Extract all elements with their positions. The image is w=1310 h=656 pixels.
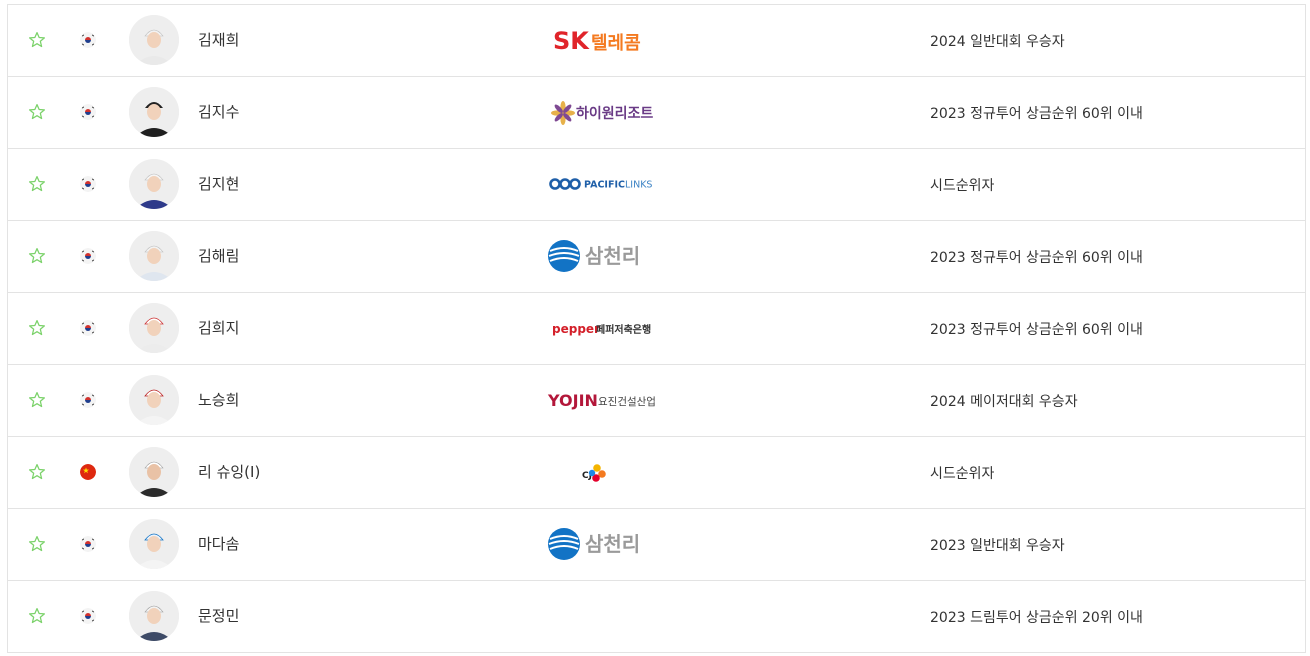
qualification-text: 2024 일반대회 우승자	[930, 34, 1065, 50]
star-icon[interactable]	[28, 607, 46, 625]
qualification-text: 2023 정규투어 상금순위 60위 이내	[930, 250, 1143, 266]
korea-flag-icon	[80, 176, 96, 192]
korea-flag-icon	[80, 392, 96, 408]
avatar	[129, 519, 179, 569]
sponsor-logo-pepper-savings-bank: pepper페퍼저축은행	[552, 322, 651, 336]
korea-flag-icon	[80, 248, 96, 264]
player-name[interactable]: 김지수	[198, 101, 239, 122]
china-flag-icon	[80, 464, 96, 480]
star-icon[interactable]	[28, 463, 46, 481]
player-name[interactable]: 리 슈잉(I)	[198, 461, 260, 482]
player-name[interactable]: 김희지	[198, 317, 239, 338]
avatar	[129, 15, 179, 65]
player-name[interactable]: 김지현	[198, 173, 239, 194]
qualification-text: 2024 메이저대회 우승자	[930, 394, 1078, 410]
qualification-text: 시드순위자	[930, 466, 995, 482]
avatar	[129, 231, 179, 281]
qualification-text: 2023 일반대회 우승자	[930, 538, 1065, 554]
sponsor-logo-samchully: 삼천리	[548, 240, 640, 272]
avatar	[129, 303, 179, 353]
star-icon[interactable]	[28, 391, 46, 409]
avatar	[129, 87, 179, 137]
qualification-text: 2023 정규투어 상금순위 60위 이내	[930, 106, 1143, 122]
korea-flag-icon	[80, 104, 96, 120]
star-icon[interactable]	[28, 175, 46, 193]
svg-text:요진건설산업: 요진건설산업	[598, 395, 656, 408]
table-row: 김지수 하이원리조트 2023 정규투어 상금순위 60위 이내	[8, 77, 1305, 149]
sponsor-logo-cj: CJ	[582, 464, 606, 482]
table-row: 리 슈잉(I) CJ 시드순위자	[8, 437, 1305, 509]
table-row: 노승희 YOJIN 요진건설산업 2024 메이저대회 우승자	[8, 365, 1305, 437]
avatar	[129, 447, 179, 497]
star-icon[interactable]	[28, 103, 46, 121]
korea-flag-icon	[80, 608, 96, 624]
table-row: 김지현 PACIFIC LINKS 시드순위자	[8, 149, 1305, 221]
star-icon[interactable]	[28, 535, 46, 553]
player-name[interactable]: 마다솜	[198, 533, 239, 554]
sponsor-logo-samchully: 삼천리	[548, 528, 640, 560]
star-icon[interactable]	[28, 31, 46, 49]
svg-text:PACIFIC: PACIFIC	[584, 180, 625, 191]
svg-text:SK: SK	[553, 27, 590, 55]
table-row: 김해림 삼천리 2023 정규투어 상금순위 60위 이내	[8, 221, 1305, 293]
table-row: 김희지 pepper 페퍼저축은행 2023 정규투어 상금순위 60위 이내	[8, 293, 1305, 365]
qualification-text: 시드순위자	[930, 178, 995, 194]
qualification-text: 2023 드림투어 상금순위 20위 이내	[930, 610, 1143, 626]
sponsor-logo-sk-telecom: SK 텔레콤	[553, 27, 641, 55]
svg-text:pepper: pepper	[552, 322, 600, 336]
player-name[interactable]: 김해림	[198, 245, 239, 266]
table-row: 문정민 2023 드림투어 상금순위 20위 이내	[8, 581, 1305, 653]
korea-flag-icon	[80, 536, 96, 552]
svg-text:페퍼저축은행: 페퍼저축은행	[596, 323, 651, 336]
svg-text:LINKS: LINKS	[625, 180, 652, 191]
svg-text:삼천리: 삼천리	[585, 244, 640, 268]
svg-text:하이원리조트: 하이원리조트	[576, 105, 653, 122]
player-name[interactable]: 노승희	[198, 389, 239, 410]
avatar	[129, 591, 179, 641]
star-icon[interactable]	[28, 247, 46, 265]
avatar	[129, 159, 179, 209]
korea-flag-icon	[80, 320, 96, 336]
svg-text:YOJIN: YOJIN	[547, 391, 598, 410]
player-table: 김재희 SK 텔레콤 2024 일반대회 우승자 김지수 하이원리조트 2023 …	[7, 4, 1306, 653]
player-name[interactable]: 김재희	[198, 29, 239, 50]
table-row: 김재희 SK 텔레콤 2024 일반대회 우승자	[8, 5, 1305, 77]
sponsor-logo-pacific-links: PACIFIC LINKS	[549, 178, 652, 191]
korea-flag-icon	[80, 32, 96, 48]
player-name[interactable]: 문정민	[198, 605, 239, 626]
sponsor-logo-high1-resort: 하이원리조트	[551, 101, 653, 125]
star-icon[interactable]	[28, 319, 46, 337]
avatar	[129, 375, 179, 425]
svg-text:텔레콤: 텔레콤	[591, 33, 641, 54]
table-row: 마다솜 삼천리 2023 일반대회 우승자	[8, 509, 1305, 581]
svg-text:삼천리: 삼천리	[585, 532, 640, 556]
sponsor-logo-yojin: YOJIN 요진건설산업	[547, 391, 656, 410]
qualification-text: 2023 정규투어 상금순위 60위 이내	[930, 322, 1143, 338]
